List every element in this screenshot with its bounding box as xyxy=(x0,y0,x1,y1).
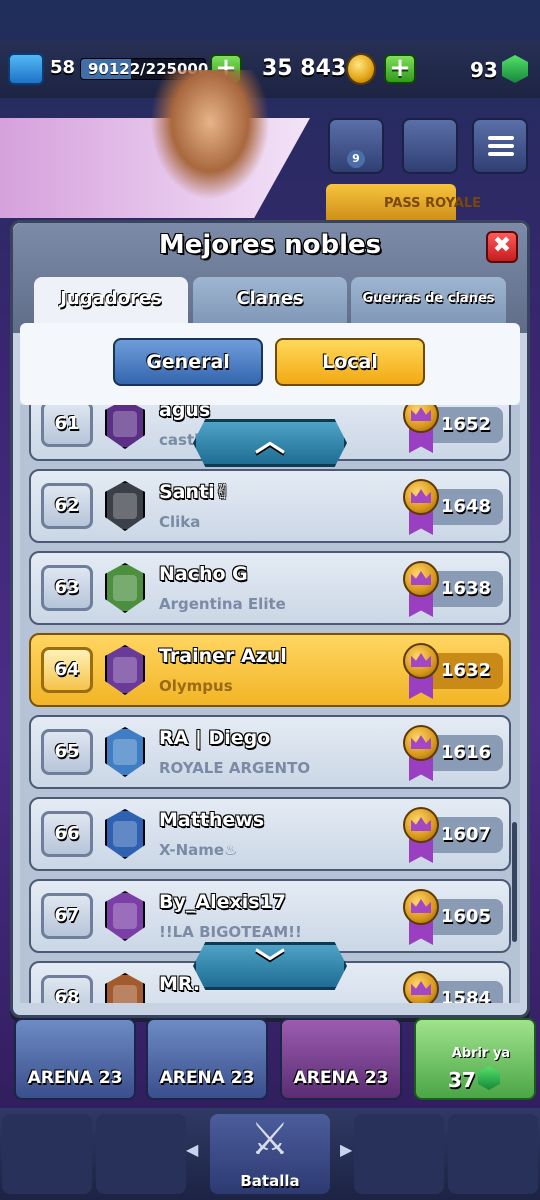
nav-battle-label: Batalla xyxy=(240,1172,300,1190)
nav-shop[interactable] xyxy=(2,1114,92,1194)
scrollbar[interactable] xyxy=(512,822,517,942)
rank-number: 64 xyxy=(41,647,93,693)
rank-number: 61 xyxy=(41,405,93,447)
menu-icon xyxy=(488,136,514,140)
nav-clan[interactable] xyxy=(354,1114,444,1194)
clan-badge-emblem xyxy=(113,657,137,683)
chest-label: ARENA 23 xyxy=(159,1068,255,1088)
chest-label: ARENA 23 xyxy=(27,1068,123,1088)
clan-badge-emblem xyxy=(113,411,137,437)
player-name: Santi✌ xyxy=(159,481,231,503)
tab-label: Jugadores xyxy=(60,288,162,309)
add-gold-button[interactable]: + xyxy=(384,54,416,84)
rank-number: 65 xyxy=(41,729,93,775)
crown-medal-icon xyxy=(403,807,439,863)
clan-name: Clika xyxy=(159,513,201,531)
filter-local-button[interactable]: Local xyxy=(275,338,425,386)
clan-name: !!LA BIGOTEAM!! xyxy=(159,923,302,941)
clan-badge-emblem xyxy=(113,821,137,847)
tab-label: Guerras de clanes xyxy=(362,291,495,306)
pass-royale-label: PASS ROYALE xyxy=(384,196,482,211)
gold-amount: 35 843 xyxy=(262,56,347,81)
clan-badge-emblem xyxy=(113,575,137,601)
crown-medal-icon xyxy=(403,479,439,535)
clan-name: Olympus xyxy=(159,677,233,695)
hero-character-image xyxy=(150,70,270,200)
crown-medal-icon xyxy=(403,725,439,781)
clan-badge-emblem xyxy=(113,985,137,1003)
crown-medal-icon xyxy=(403,405,439,453)
rank-number: 63 xyxy=(41,565,93,611)
level-icon xyxy=(8,53,44,85)
nav-right-arrow-icon[interactable]: ▶ xyxy=(340,1140,352,1159)
chevron-up-icon: ︿ xyxy=(255,424,285,459)
crossed-swords-icon: ⚔ xyxy=(250,1114,290,1165)
player-name: Matthews xyxy=(159,809,265,831)
nav-cards[interactable] xyxy=(96,1114,186,1194)
menu-button[interactable] xyxy=(472,118,528,174)
player-name: Nacho G xyxy=(159,563,248,585)
profile-button[interactable] xyxy=(402,118,458,174)
clan-badge-emblem xyxy=(113,493,137,519)
open-now-cost: 37 xyxy=(448,1068,476,1092)
clan-name: Argentina Elite xyxy=(159,595,286,613)
resource-bar: 58 90122/225000 + 35 843 + 93 xyxy=(0,40,540,98)
player-name: By_Alexis17 xyxy=(159,891,286,913)
menu-icon xyxy=(488,144,514,148)
dialog-title: Mejores nobles xyxy=(158,230,382,260)
level-number: 58 xyxy=(50,57,76,78)
leaderboard-row-current-player[interactable]: 64 Trainer Azul Olympus 1632 xyxy=(29,633,511,707)
clan-name: ROYALE ARGENTO xyxy=(159,759,311,777)
crown-medal-icon xyxy=(403,889,439,945)
crown-medal-icon xyxy=(403,643,439,699)
rank-number: 62 xyxy=(41,483,93,529)
leaderboard-row[interactable]: 63 Nacho G Argentina Elite 1638 xyxy=(29,551,511,625)
clan-badge-emblem xyxy=(113,903,137,929)
filter-bar xyxy=(20,323,520,405)
tab-guerras-de-clanes[interactable]: Guerras de clanes xyxy=(351,277,506,325)
tab-jugadores[interactable]: Jugadores xyxy=(34,277,188,325)
leaderboard-row[interactable]: 66 Matthews X-Name♨ 1607 xyxy=(29,797,511,871)
gem-icon xyxy=(502,55,528,83)
gem-amount: 93 xyxy=(470,58,498,82)
clan-name: X-Name♨ xyxy=(159,841,238,859)
rank-number: 66 xyxy=(41,811,93,857)
friends-count: 9 xyxy=(347,150,365,168)
menu-icon xyxy=(488,152,514,156)
rank-number: 67 xyxy=(41,893,93,939)
player-name: Trainer Azul xyxy=(159,645,287,667)
rank-number: 68 xyxy=(41,975,93,1003)
tab-label: Clanes xyxy=(236,288,304,309)
tab-clanes[interactable]: Clanes xyxy=(193,277,347,325)
filter-general-button[interactable]: General xyxy=(113,338,263,386)
crown-medal-icon xyxy=(403,971,439,1003)
gold-coin-icon xyxy=(346,53,376,85)
nav-events[interactable] xyxy=(448,1114,538,1194)
leaderboard-list[interactable]: 61 agus castl 1652 62 Santi✌ Clika 1648 … xyxy=(20,405,520,1003)
leaderboard-row[interactable]: 65 RA | Diego ROYALE ARGENTO 1616 xyxy=(29,715,511,789)
close-button[interactable]: ✖ xyxy=(486,231,518,263)
open-now-label: Abrir ya xyxy=(451,1046,511,1061)
clan-badge-emblem xyxy=(113,739,137,765)
leaderboard-row[interactable]: 62 Santi✌ Clika 1648 xyxy=(29,469,511,543)
crown-medal-icon xyxy=(403,561,439,617)
player-name: RA | Diego xyxy=(159,727,271,749)
chevron-down-icon: ﹀ xyxy=(255,947,285,982)
nav-left-arrow-icon[interactable]: ◀ xyxy=(186,1140,198,1159)
chest-label: ARENA 23 xyxy=(293,1068,389,1088)
